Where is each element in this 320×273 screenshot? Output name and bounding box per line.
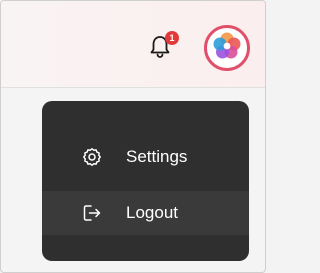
gear-icon — [82, 147, 102, 167]
avatar[interactable] — [204, 25, 250, 71]
flower-logo-icon — [212, 31, 242, 66]
menu-item-label: Logout — [126, 203, 178, 222]
notifications-button[interactable]: 1 — [147, 31, 179, 60]
menu-item-settings[interactable]: Settings — [42, 135, 249, 179]
menu-item-label: Settings — [126, 147, 188, 166]
user-dropdown-menu: Settings Logout — [42, 101, 249, 261]
menu-item-logout[interactable]: Logout — [42, 191, 249, 235]
notification-badge: 1 — [165, 31, 179, 45]
logout-icon — [82, 203, 102, 223]
top-header: 1 — [1, 1, 265, 88]
app-frame: 1 Settings Logout — [0, 0, 266, 273]
